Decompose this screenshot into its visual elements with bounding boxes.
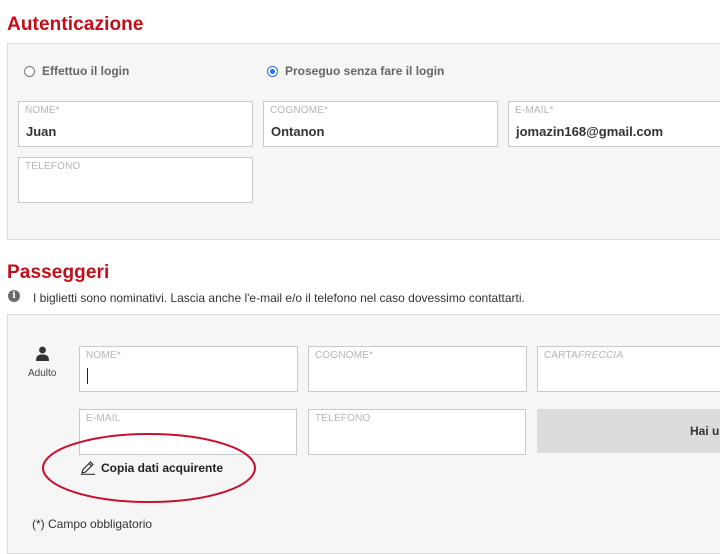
passengers-info-text: I biglietti sono nominativi. Lascia anch… bbox=[33, 291, 525, 305]
radio-login-option[interactable]: Effettuo il login bbox=[24, 64, 129, 78]
auth-cognome-value: Ontanon bbox=[271, 124, 325, 139]
passenger-cartafreccia-field[interactable]: CARTAFRECCIA bbox=[537, 346, 720, 392]
auth-telefono-label: TELEFONO bbox=[25, 161, 81, 172]
cartafreccia-suffix: FRECCIA bbox=[577, 350, 624, 361]
passenger-nome-field[interactable]: NOME* bbox=[79, 346, 298, 392]
auth-nome-label: NOME* bbox=[25, 105, 60, 116]
passenger-telefono-label: TELEFONO bbox=[315, 413, 371, 424]
radio-login-label: Effettuo il login bbox=[42, 64, 130, 78]
annotation-ellipse bbox=[42, 433, 256, 503]
passenger-nome-label: NOME* bbox=[86, 350, 121, 361]
radio-guest[interactable] bbox=[267, 65, 278, 77]
auth-cognome-label: COGNOME* bbox=[270, 105, 329, 116]
text-cursor bbox=[87, 368, 88, 384]
auth-telefono-field[interactable]: TELEFONO bbox=[18, 157, 253, 203]
auth-nome-field[interactable]: NOME* Juan bbox=[18, 101, 253, 147]
user-icon bbox=[35, 346, 50, 366]
radio-guest-label: Proseguo senza fare il login bbox=[285, 64, 445, 78]
auth-email-label: E-MAIL* bbox=[515, 105, 554, 116]
passenger-email-label: E-MAIL bbox=[86, 413, 121, 424]
passengers-title: Passeggeri bbox=[7, 262, 110, 283]
radio-guest-option[interactable]: Proseguo senza fare il login bbox=[267, 64, 444, 78]
auth-email-field[interactable]: E-MAIL* jomazin168@gmail.com bbox=[508, 101, 720, 147]
radio-login[interactable] bbox=[24, 65, 35, 77]
auth-email-value: jomazin168@gmail.com bbox=[516, 124, 664, 139]
info-icon: i bbox=[8, 290, 20, 302]
passenger-cognome-field[interactable]: COGNOME* bbox=[308, 346, 527, 392]
auth-nome-value: Juan bbox=[26, 124, 57, 139]
auth-cognome-field[interactable]: COGNOME* Ontanon bbox=[263, 101, 498, 147]
cartafreccia-action-button[interactable]: Hai u bbox=[537, 409, 720, 453]
passenger-cartafreccia-label: CARTAFRECCIA bbox=[544, 350, 623, 361]
passenger-type-label: Adulto bbox=[28, 368, 57, 379]
passenger-telefono-field[interactable]: TELEFONO bbox=[308, 409, 526, 455]
required-field-note: (*) Campo obbligatorio bbox=[32, 517, 153, 531]
auth-title: Autenticazione bbox=[7, 14, 144, 35]
passenger-cognome-label: COGNOME* bbox=[315, 350, 374, 361]
cartafreccia-prefix: CARTA bbox=[544, 350, 578, 361]
